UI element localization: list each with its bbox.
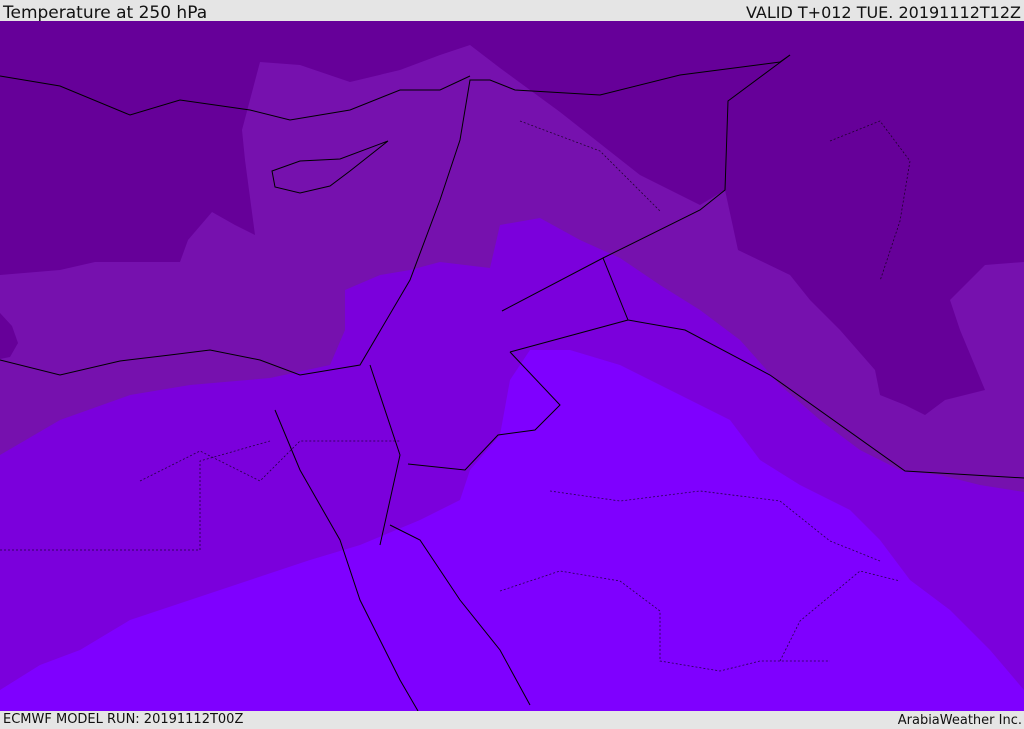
model-run: ECMWF MODEL RUN: 20191112T00Z: [3, 712, 244, 727]
valid-time: VALID T+012 TUE. 20191112T12Z: [745, 3, 1021, 22]
brand-credit: ArabiaWeather Inc.: [897, 713, 1022, 728]
temperature-map: [0, 21, 1024, 711]
map-title: Temperature at 250 hPa: [3, 3, 208, 23]
